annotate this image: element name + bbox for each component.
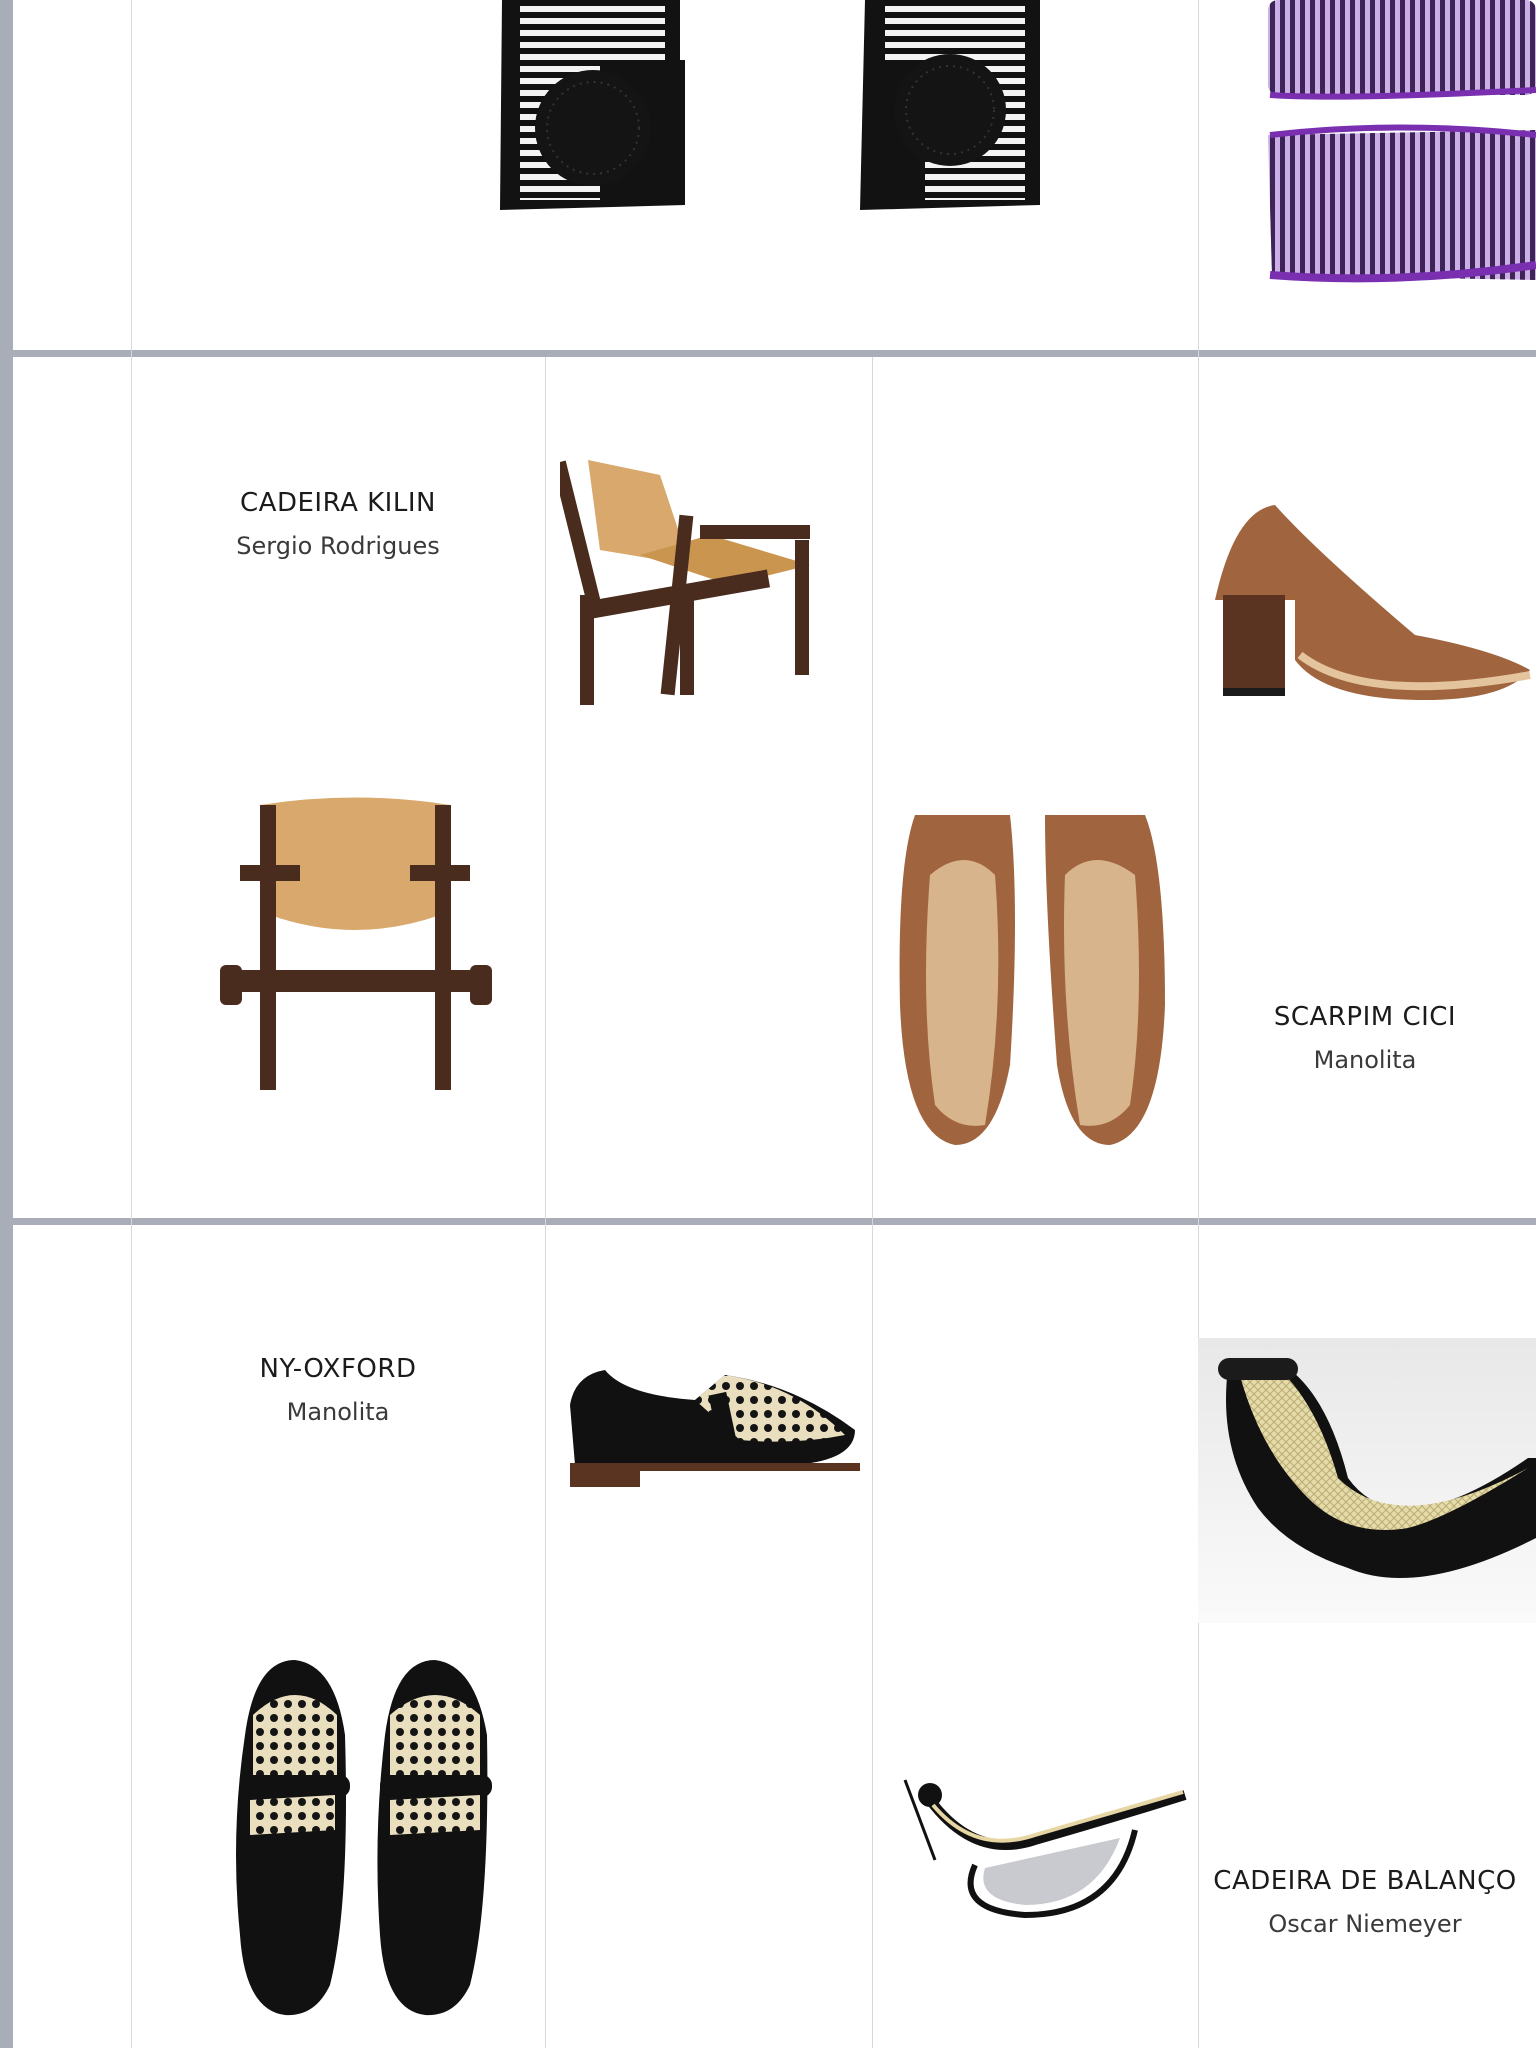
product-title[interactable]: SCARPIM CICI [1158,1002,1536,1032]
sandal-black-striped-image[interactable] [480,0,1080,220]
product-maker: Oscar Niemeyer [1268,1910,1462,1938]
scarpim-cici-side-image[interactable] [1205,490,1536,710]
product-title[interactable]: CADEIRA DE BALANÇO [1158,1866,1536,1896]
product-title[interactable]: NY-OXFORD [131,1354,545,1384]
sandal-purple-striped-image[interactable] [1260,0,1536,300]
cadeira-balanco-drawing-image[interactable] [885,1760,1195,1925]
product-title[interactable]: CADEIRA KILIN [131,488,545,518]
cadeira-balanco-photo-image[interactable] [1198,1338,1536,1623]
row-divider-2 [13,1218,1536,1225]
left-rail [0,0,13,2048]
ny-oxford-side-image[interactable] [565,1365,865,1490]
column-divider [545,357,546,2048]
chair-kilin-front-image[interactable] [200,795,510,1095]
product-maker: Manolita [286,1398,390,1426]
scarpim-cici-top-image[interactable] [895,805,1175,1150]
ny-oxford-top-image[interactable] [225,1655,505,2020]
product-maker: Manolita [1313,1046,1417,1074]
product-caption-kilin[interactable]: CADEIRA KILIN Sergio Rodrigues [131,488,545,560]
product-caption-balanco[interactable]: CADEIRA DE BALANÇO Oscar Niemeyer [1158,1866,1536,1938]
column-divider [131,0,132,2048]
column-divider [872,357,873,2048]
product-caption-ny-oxford[interactable]: NY-OXFORD Manolita [131,1354,545,1426]
product-maker: Sergio Rodrigues [236,532,440,560]
product-caption-scarpim[interactable]: SCARPIM CICI Manolita [1158,1002,1536,1074]
chair-kilin-side-image[interactable] [560,455,840,715]
row-divider-1 [13,350,1536,357]
